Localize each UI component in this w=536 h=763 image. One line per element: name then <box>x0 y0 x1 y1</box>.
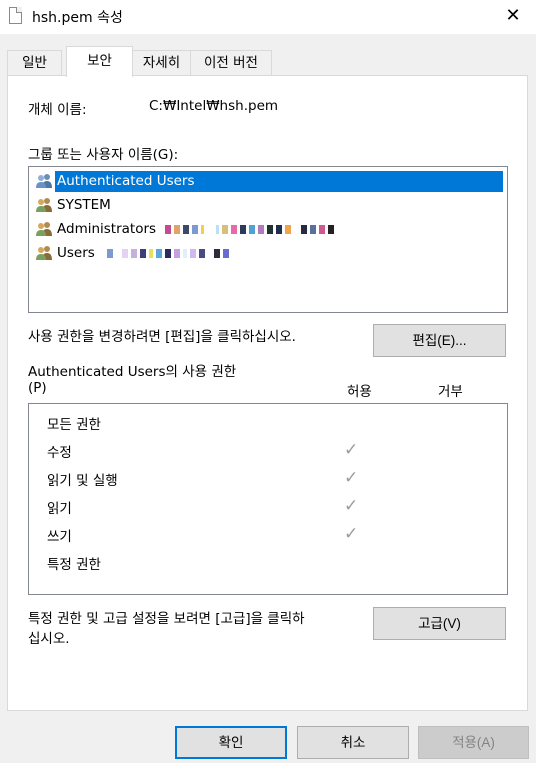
edit-button[interactable]: 편집(E)... <box>373 324 506 357</box>
permission-name: 읽기 <box>47 501 72 517</box>
ok-button[interactable]: 확인 <box>175 726 287 759</box>
list-item[interactable]: Users <box>33 243 503 265</box>
redacted-text <box>107 249 229 259</box>
list-item[interactable]: Authenticated Users <box>33 171 503 193</box>
list-item[interactable]: SYSTEM <box>33 195 503 217</box>
advanced-hint-line2: 십시오. <box>28 631 70 647</box>
users-group-icon <box>36 222 52 236</box>
advanced-hint: 특정 권한 및 고급 설정을 보려면 [고급]을 클릭하 <box>28 611 305 627</box>
users-group-icon <box>36 198 52 212</box>
checkmark-icon: ✓ <box>344 524 359 544</box>
close-icon[interactable]: ✕ <box>490 0 536 34</box>
apply-button[interactable]: 적용(A) <box>418 726 529 759</box>
permission-row: 읽기 ✓ <box>47 496 487 519</box>
checkmark-icon: ✓ <box>344 468 359 488</box>
advanced-button[interactable]: 고급(V) <box>373 607 506 640</box>
title-bar: hsh.pem 속성 ✕ <box>0 0 536 34</box>
deny-column-header: 거부 <box>438 384 463 400</box>
permission-row: 읽기 및 실행 ✓ <box>47 468 487 491</box>
tab-general[interactable]: 일반 <box>7 50 62 76</box>
object-name-value: C:₩Intel₩hsh.pem <box>149 98 279 114</box>
edit-hint: 사용 권한을 변경하려면 [편집]을 클릭하십시오. <box>28 329 296 345</box>
checkmark-icon: ✓ <box>344 496 359 516</box>
checkmark-icon: ✓ <box>344 440 359 460</box>
permission-name: 모든 권한 <box>47 417 101 433</box>
tab-details[interactable]: 자세히 <box>132 50 191 76</box>
permission-name: 읽기 및 실행 <box>47 473 118 489</box>
object-name-label: 개체 이름: <box>28 102 87 118</box>
redacted-text <box>165 225 334 235</box>
users-group-icon <box>36 246 52 260</box>
allow-column-header: 허용 <box>347 384 372 400</box>
groups-label: 그룹 또는 사용자 이름(G): <box>28 147 179 163</box>
security-panel: 개체 이름: C:₩Intel₩hsh.pem 그룹 또는 사용자 이름(G):… <box>7 75 528 711</box>
tab-security[interactable]: 보안 <box>66 46 133 77</box>
permissions-list[interactable]: 모든 권한 수정 ✓ 읽기 및 실행 ✓ 읽기 ✓ 쓰기 ✓ 특정 권한 <box>28 403 508 595</box>
permission-row: 특정 권한 <box>47 553 487 575</box>
window-title: hsh.pem 속성 <box>32 10 123 26</box>
principal-name: SYSTEM <box>57 197 111 213</box>
principals-list[interactable]: Authenticated Users SYSTEM Administrator… <box>28 166 508 313</box>
tab-previous-versions[interactable]: 이전 버전 <box>190 50 272 76</box>
permission-name: 수정 <box>47 445 72 461</box>
list-item[interactable]: Administrators <box>33 219 503 241</box>
permission-name: 쓰기 <box>47 529 72 545</box>
users-group-icon <box>36 174 52 188</box>
permission-row: 수정 ✓ <box>47 440 487 463</box>
principal-name: Authenticated Users <box>55 171 503 192</box>
permission-row: 모든 권한 <box>47 413 487 435</box>
cancel-button[interactable]: 취소 <box>297 726 409 759</box>
principal-name: Users <box>57 245 95 261</box>
permission-row: 쓰기 ✓ <box>47 524 487 547</box>
permissions-for-label: Authenticated Users의 사용 권한 <box>28 364 237 380</box>
file-icon <box>9 7 22 24</box>
permissions-for-label-suffix: (P) <box>28 380 47 396</box>
principal-name: Administrators <box>57 221 157 237</box>
permission-name: 특정 권한 <box>47 557 101 573</box>
